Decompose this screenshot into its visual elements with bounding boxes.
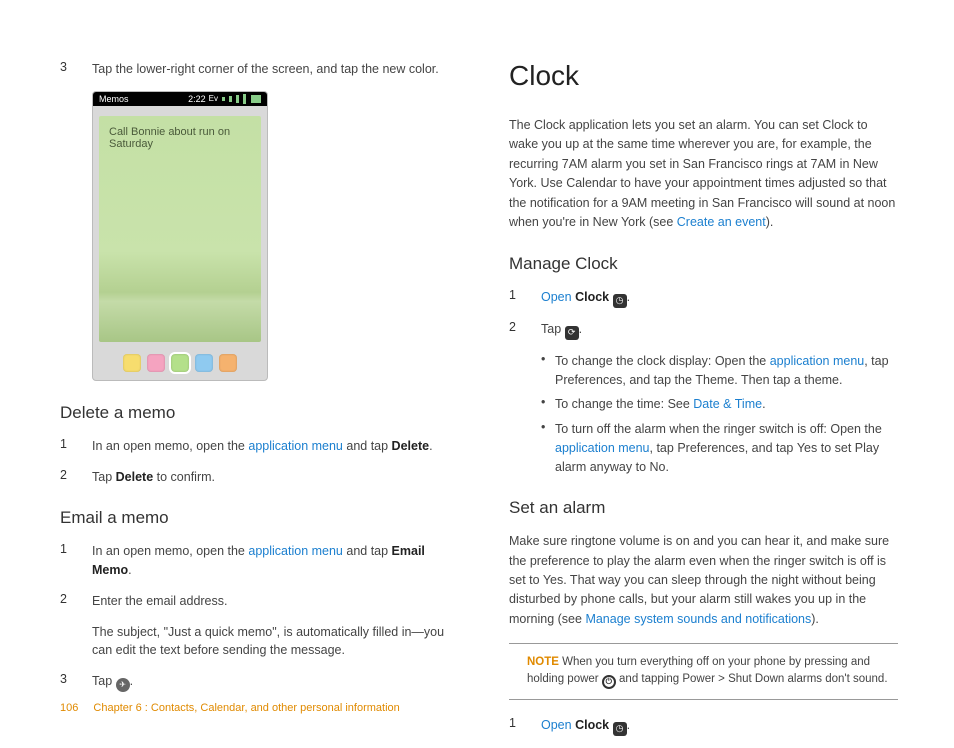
- email-step-3: 3 Tap ✈.: [60, 672, 449, 692]
- link-open[interactable]: Open: [541, 290, 572, 304]
- heading-manage-clock: Manage Clock: [509, 254, 898, 274]
- step-number: 1: [60, 437, 92, 456]
- step-number: 3: [60, 672, 92, 692]
- step-text: Tap ✈.: [92, 672, 133, 692]
- note-box: NOTE When you turn everything off on you…: [509, 643, 898, 700]
- phone-status-bar: Memos 2:22 Ev: [93, 92, 267, 106]
- signal-bar-icon: [229, 96, 232, 102]
- link-create-event[interactable]: Create an event: [677, 215, 766, 229]
- step-text: Tap Delete to confirm.: [92, 468, 215, 487]
- step-number: 1: [60, 542, 92, 580]
- color-swatch-yellow: [123, 354, 141, 372]
- clock-icon: ◷: [613, 722, 627, 736]
- delete-step-1: 1 In an open memo, open the application …: [60, 437, 449, 456]
- email-step-1: 1 In an open memo, open the application …: [60, 542, 449, 580]
- note-label: NOTE: [527, 656, 559, 668]
- step-number: 3: [60, 60, 92, 79]
- menu-icon: ⟳: [565, 326, 579, 340]
- ev-icon: Ev: [209, 94, 218, 103]
- link-application-menu[interactable]: application menu: [770, 354, 865, 368]
- signal-bar-icon: [222, 97, 225, 101]
- step-text: Open Clock ◷.: [541, 288, 630, 308]
- step-number: 2: [60, 592, 92, 660]
- heading-email-memo: Email a memo: [60, 508, 449, 528]
- email-step-2: 2 Enter the email address. The subject, …: [60, 592, 449, 660]
- link-application-menu[interactable]: application menu: [248, 544, 343, 558]
- power-icon: ⏻: [602, 675, 616, 689]
- signal-bar-icon: [236, 95, 239, 103]
- phone-time: 2:22: [188, 94, 206, 104]
- clock-icon: ◷: [613, 294, 627, 308]
- link-date-time[interactable]: Date & Time: [693, 397, 762, 411]
- manage-step-2: 2 Tap ⟳.: [509, 320, 898, 340]
- step-number: 2: [509, 320, 541, 340]
- send-icon: ✈: [116, 678, 130, 692]
- link-open[interactable]: Open: [541, 718, 572, 732]
- chapter-title: Chapter 6 : Contacts, Calendar, and othe…: [93, 702, 399, 714]
- signal-bar-icon: [243, 94, 246, 104]
- step-subtext: The subject, "Just a quick memo", is aut…: [92, 623, 449, 661]
- step-number: 2: [60, 468, 92, 487]
- right-column: Clock The Clock application lets you set…: [509, 60, 898, 748]
- color-swatch-pink: [147, 354, 165, 372]
- battery-icon: [251, 95, 261, 103]
- page-footer: 106 Chapter 6 : Contacts, Calendar, and …: [60, 702, 400, 714]
- memo-card: Call Bonnie about run on Saturday: [99, 116, 261, 342]
- set-alarm-step-1: 1 Open Clock ◷.: [509, 716, 898, 736]
- heading-delete-memo: Delete a memo: [60, 403, 449, 423]
- memo-text: Call Bonnie about run on Saturday: [109, 126, 230, 150]
- left-column: 3 Tap the lower-right corner of the scre…: [60, 60, 449, 748]
- step-text: Tap the lower-right corner of the screen…: [92, 60, 439, 79]
- color-tray: [93, 350, 267, 376]
- link-manage-sounds[interactable]: Manage system sounds and notifications: [585, 612, 811, 626]
- step-text: Tap ⟳.: [541, 320, 582, 340]
- step-text: In an open memo, open the application me…: [92, 437, 433, 456]
- bullet-turn-off-alarm: • To turn off the alarm when the ringer …: [541, 420, 898, 476]
- phone-app-title: Memos: [99, 94, 129, 104]
- page-number: 106: [60, 702, 78, 714]
- link-application-menu[interactable]: application menu: [555, 441, 650, 455]
- step-number: 1: [509, 716, 541, 736]
- phone-screenshot: Memos 2:22 Ev Call Bonnie about run on S…: [92, 91, 268, 381]
- bullet-change-display: • To change the clock display: Open the …: [541, 352, 898, 390]
- step-text: Open Clock ◷.: [541, 716, 630, 736]
- step-text: Enter the email address. The subject, "J…: [92, 592, 449, 660]
- heading-set-alarm: Set an alarm: [509, 498, 898, 518]
- link-application-menu[interactable]: application menu: [248, 439, 343, 453]
- step-text: In an open memo, open the application me…: [92, 542, 449, 580]
- color-swatch-orange: [219, 354, 237, 372]
- color-swatch-blue: [195, 354, 213, 372]
- step-number: 1: [509, 288, 541, 308]
- step-3: 3 Tap the lower-right corner of the scre…: [60, 60, 449, 79]
- manage-step-1: 1 Open Clock ◷.: [509, 288, 898, 308]
- bullet-change-time: • To change the time: See Date & Time.: [541, 395, 898, 414]
- clock-intro-paragraph: The Clock application lets you set an al…: [509, 116, 898, 232]
- color-swatch-green: [171, 354, 189, 372]
- set-alarm-paragraph: Make sure ringtone volume is on and you …: [509, 532, 898, 629]
- delete-step-2: 2 Tap Delete to confirm.: [60, 468, 449, 487]
- heading-clock: Clock: [509, 60, 898, 92]
